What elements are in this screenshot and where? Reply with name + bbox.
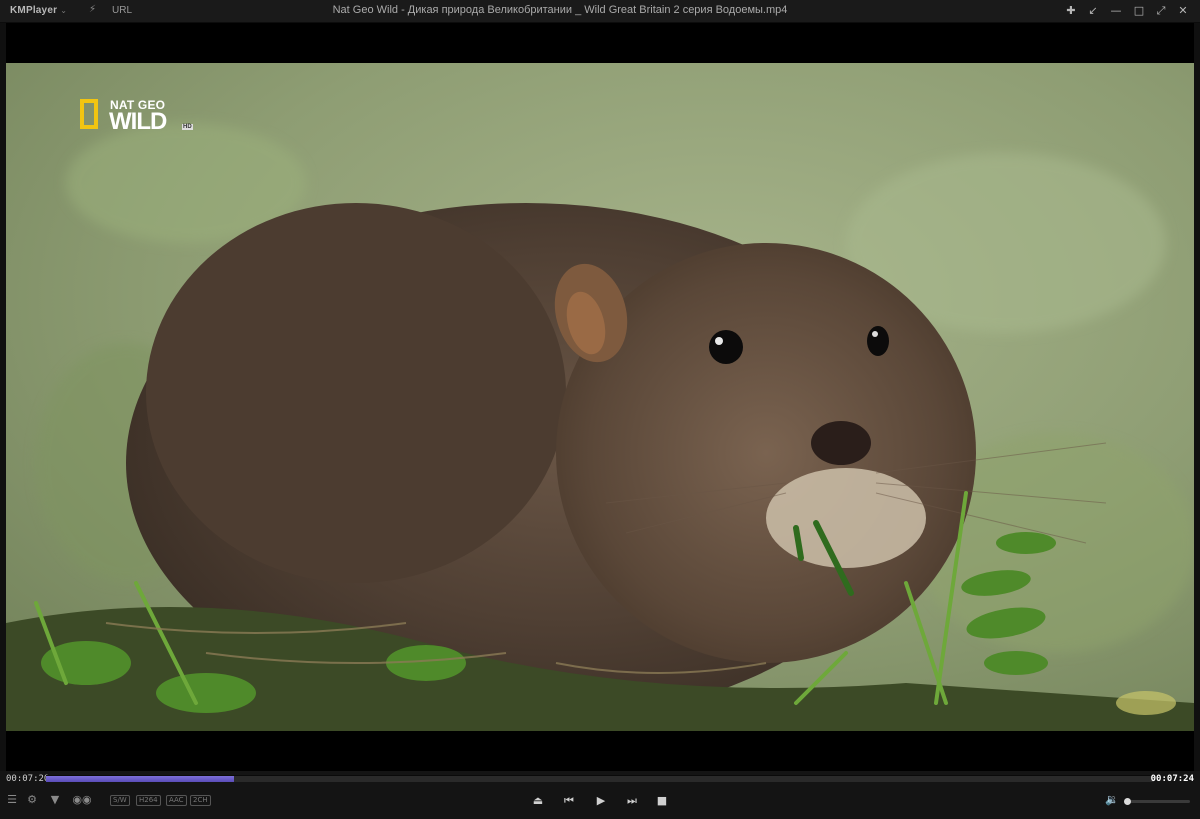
- compact-mode-icon[interactable]: ↙: [1085, 3, 1101, 19]
- settings-icon[interactable]: ⚙: [25, 793, 39, 807]
- maximize-icon[interactable]: □: [1131, 3, 1147, 19]
- play-icon[interactable]: ▶: [593, 793, 609, 809]
- chevron-down-icon: ⌄: [60, 6, 68, 15]
- vr-icon[interactable]: ◉◉: [72, 793, 92, 807]
- logo-hd-badge: HD: [182, 124, 193, 130]
- fullscreen-icon[interactable]: ⤢: [1153, 3, 1169, 19]
- control-bar: 00:07:20 00:07:24 ☰ ⚙ ▼ ◉◉ S/W H264 AAC …: [0, 771, 1200, 819]
- volume-knob[interactable]: [1124, 798, 1131, 805]
- seek-bar[interactable]: [46, 775, 1154, 782]
- codec-badge-sw[interactable]: S/W: [110, 795, 130, 806]
- lightning-icon[interactable]: ⚡: [89, 4, 96, 15]
- seek-progress: [46, 776, 235, 782]
- stop-icon[interactable]: ■: [654, 793, 670, 809]
- volume-slider[interactable]: [1124, 798, 1190, 805]
- title-bar: KMPlayer ⌄ ⚡ URL Nat Geo Wild - Дикая при…: [0, 0, 1200, 23]
- pin-icon[interactable]: ✚: [1063, 3, 1079, 19]
- logo-line2: WILD: [109, 108, 167, 135]
- video-frame[interactable]: NAT GEO WILD HD: [6, 63, 1194, 731]
- current-time: 00:07:20: [6, 774, 50, 784]
- codec-badge-2ch[interactable]: 2CH: [190, 795, 211, 806]
- volume-icon[interactable]: 🔉: [1104, 793, 1120, 807]
- next-icon[interactable]: ⏭: [624, 793, 640, 809]
- app-logo: KMPlayer: [10, 5, 58, 16]
- bottom-controls: ☰ ⚙ ▼ ◉◉ S/W H264 AAC 2CH ⏏ ⏮ ▶ ⏭ ■ 🔉: [0, 793, 1200, 813]
- url-button[interactable]: URL: [112, 5, 132, 16]
- eject-icon[interactable]: ⏏: [530, 793, 546, 809]
- video-area[interactable]: NAT GEO WILD HD: [6, 23, 1194, 771]
- close-icon[interactable]: ✕: [1175, 3, 1191, 19]
- water-vole-image: [6, 63, 1194, 731]
- window-title: Nat Geo Wild - Дикая природа Великобрита…: [332, 4, 788, 16]
- menu-icon[interactable]: ☰: [6, 793, 18, 807]
- total-time: 00:07:24: [1150, 774, 1194, 784]
- 3d-icon[interactable]: ▼: [45, 793, 65, 807]
- logo-yellow-border: [80, 99, 98, 129]
- codec-badge-h264[interactable]: H264: [136, 795, 161, 806]
- codec-badge-aac[interactable]: AAC: [166, 795, 187, 806]
- minimize-icon[interactable]: —: [1108, 3, 1124, 19]
- previous-icon[interactable]: ⏮: [561, 793, 577, 809]
- app-menu-button[interactable]: KMPlayer ⌄: [10, 5, 67, 16]
